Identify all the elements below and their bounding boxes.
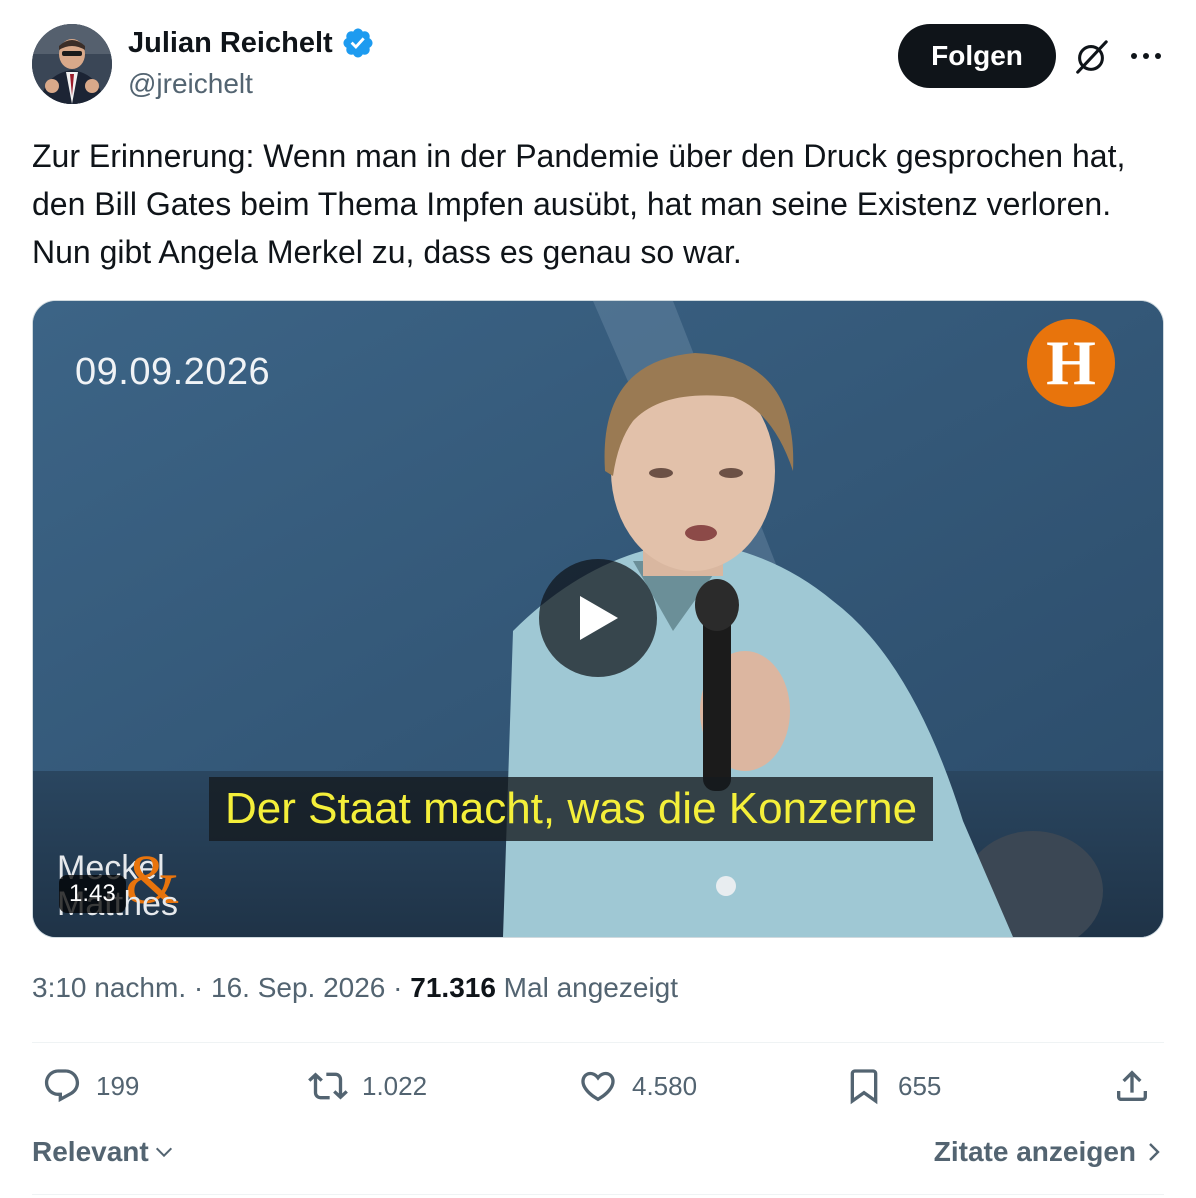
heart-icon bbox=[581, 1071, 615, 1102]
repost-button[interactable]: 1.022 bbox=[308, 1066, 427, 1106]
author-name[interactable]: Julian Reichelt bbox=[128, 27, 333, 60]
play-icon bbox=[580, 596, 618, 640]
like-count: 4.580 bbox=[632, 1070, 698, 1101]
author-name-row: Julian Reichelt bbox=[128, 26, 375, 60]
divider bbox=[32, 1194, 1164, 1195]
chevron-right-icon bbox=[1149, 1143, 1160, 1161]
repost-icon bbox=[308, 1072, 348, 1100]
bookmark-icon bbox=[850, 1069, 878, 1105]
video-date-overlay: 09.09.2026 bbox=[75, 351, 271, 393]
bookmark-button[interactable]: 655 bbox=[844, 1066, 941, 1106]
reply-icon bbox=[44, 1069, 80, 1103]
tweet-meta: 3:10 nachm. · 16. Sep. 2026 · 71.316 Mal… bbox=[32, 972, 678, 1004]
reply-count: 199 bbox=[96, 1070, 140, 1101]
meta-separator: · bbox=[186, 972, 211, 1003]
share-icon bbox=[1117, 1070, 1147, 1101]
follow-button[interactable]: Folgen bbox=[898, 24, 1056, 88]
chevron-down-icon bbox=[155, 1147, 172, 1158]
video-player[interactable]: 09.09.2026 H Der Staat macht, was die Ko… bbox=[32, 300, 1164, 938]
like-button[interactable]: 4.580 bbox=[578, 1066, 697, 1106]
grok-icon[interactable] bbox=[1072, 38, 1110, 76]
share-button[interactable] bbox=[1112, 1066, 1152, 1106]
sort-dropdown[interactable]: Relevant bbox=[32, 1136, 175, 1168]
reply-button[interactable]: 199 bbox=[42, 1066, 139, 1106]
view-quotes-link[interactable]: Zitate anzeigen bbox=[934, 1136, 1164, 1168]
action-bar: 199 1.022 4.580 655 bbox=[32, 1066, 1164, 1118]
avatar[interactable] bbox=[32, 24, 112, 104]
view-count-label: Mal angezeigt bbox=[495, 972, 679, 1003]
meta-separator: · bbox=[385, 972, 411, 1003]
author-handle[interactable]: @jreichelt bbox=[128, 68, 253, 100]
video-duration: 1:43 bbox=[59, 875, 126, 913]
repost-count: 1.022 bbox=[362, 1070, 428, 1101]
bookmark-count: 655 bbox=[898, 1070, 942, 1101]
more-icon[interactable] bbox=[1128, 42, 1164, 70]
view-count: 71.316 bbox=[410, 972, 496, 1003]
tweet-date[interactable]: 16. Sep. 2026 bbox=[211, 972, 385, 1003]
play-button[interactable] bbox=[539, 559, 657, 677]
sort-label: Relevant bbox=[32, 1136, 149, 1167]
divider bbox=[32, 1042, 1164, 1043]
channel-logo: H bbox=[1027, 319, 1115, 407]
tweet-time[interactable]: 3:10 nachm. bbox=[32, 972, 186, 1003]
tweet-text: Zur Erinnerung: Wenn man in der Pandemie… bbox=[32, 138, 1126, 270]
video-subtitle: Der Staat macht, was die Konzerne bbox=[209, 777, 934, 841]
verified-badge-icon bbox=[343, 28, 373, 58]
quotes-label: Zitate anzeigen bbox=[933, 1136, 1136, 1167]
